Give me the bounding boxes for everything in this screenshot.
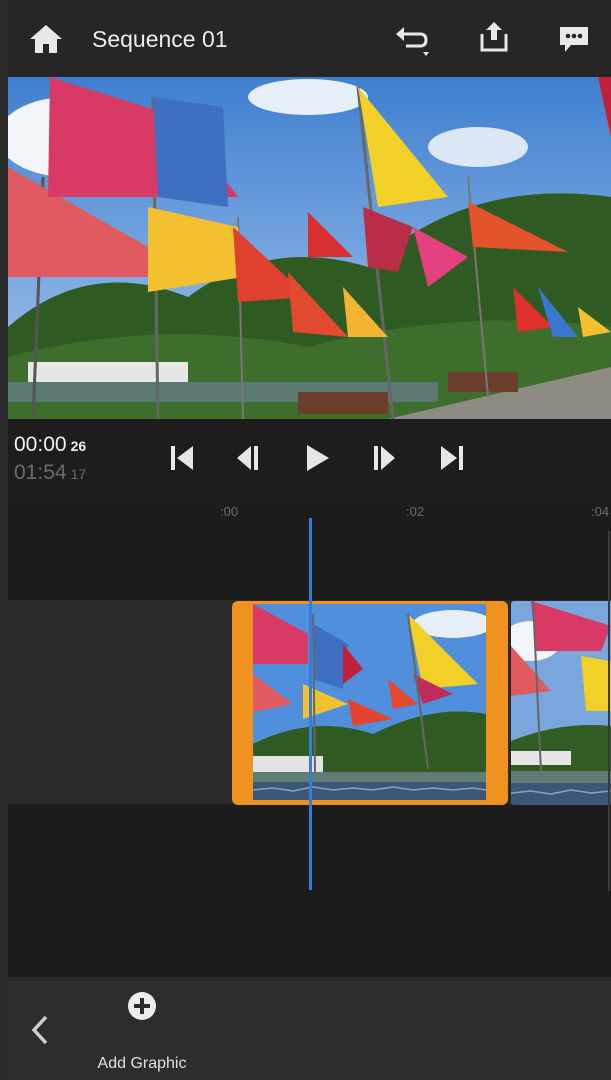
skip-to-start-button[interactable]: [166, 443, 198, 473]
video-clip[interactable]: [511, 601, 611, 805]
ruler-label: :02: [406, 504, 425, 519]
app-frame: Sequence 01 00:00 26 01:54 17:00:02:0…: [8, 0, 611, 1080]
preview-frame-image: [8, 77, 611, 419]
home-icon: [30, 25, 62, 53]
share-icon: [480, 22, 508, 52]
step-back-button[interactable]: [233, 443, 265, 473]
undo-icon: [396, 27, 429, 56]
step-forward-icon: [374, 446, 395, 470]
add-graphic-button[interactable]: Add Graphic: [90, 989, 194, 1072]
skip-to-end-icon: [441, 446, 463, 470]
timeline[interactable]: :00 :02 :04: [8, 501, 611, 977]
total-time: 01:54: [14, 461, 67, 484]
timeline-scrollbar[interactable]: [608, 531, 610, 891]
step-back-icon: [237, 446, 258, 470]
left-gutter: [0, 0, 8, 1080]
step-forward-button[interactable]: [369, 443, 401, 473]
undo-button[interactable]: [392, 22, 432, 58]
clip-thumbnail-image: [511, 601, 611, 805]
current-frames: 26: [70, 438, 87, 454]
share-button[interactable]: [478, 20, 510, 54]
playhead[interactable]: [309, 518, 312, 890]
bottom-toolbar: Add Graphic: [8, 977, 611, 1080]
video-preview[interactable]: [8, 77, 611, 419]
ruler-label: :00: [220, 504, 239, 519]
back-button[interactable]: [26, 1013, 54, 1047]
feedback-icon: [560, 27, 588, 52]
home-button[interactable]: [28, 22, 64, 56]
add-circle-icon: [128, 992, 156, 1020]
selected-video-clip[interactable]: [232, 601, 508, 805]
current-time: 00:00: [14, 433, 67, 456]
play-icon: [307, 445, 329, 471]
total-duration: 01:54 17: [14, 461, 86, 485]
chevron-left-icon: [31, 1015, 48, 1045]
add-graphic-label: Add Graphic: [97, 1055, 187, 1072]
skip-to-end-button[interactable]: [438, 443, 470, 473]
play-button[interactable]: [302, 443, 334, 473]
transport-bar: 00:00 26 01:54 17: [8, 419, 611, 501]
total-frames: 17: [70, 466, 87, 482]
feedback-button[interactable]: [557, 22, 591, 56]
clip-thumbnail-image: [253, 604, 486, 800]
sequence-title: Sequence 01: [92, 26, 228, 52]
ruler-label: :04: [591, 504, 610, 519]
skip-to-start-icon: [171, 446, 193, 470]
clip-thumbnail: [253, 604, 486, 800]
header-bar: Sequence 01: [8, 0, 611, 77]
current-timecode: 00:00 26: [14, 433, 86, 457]
